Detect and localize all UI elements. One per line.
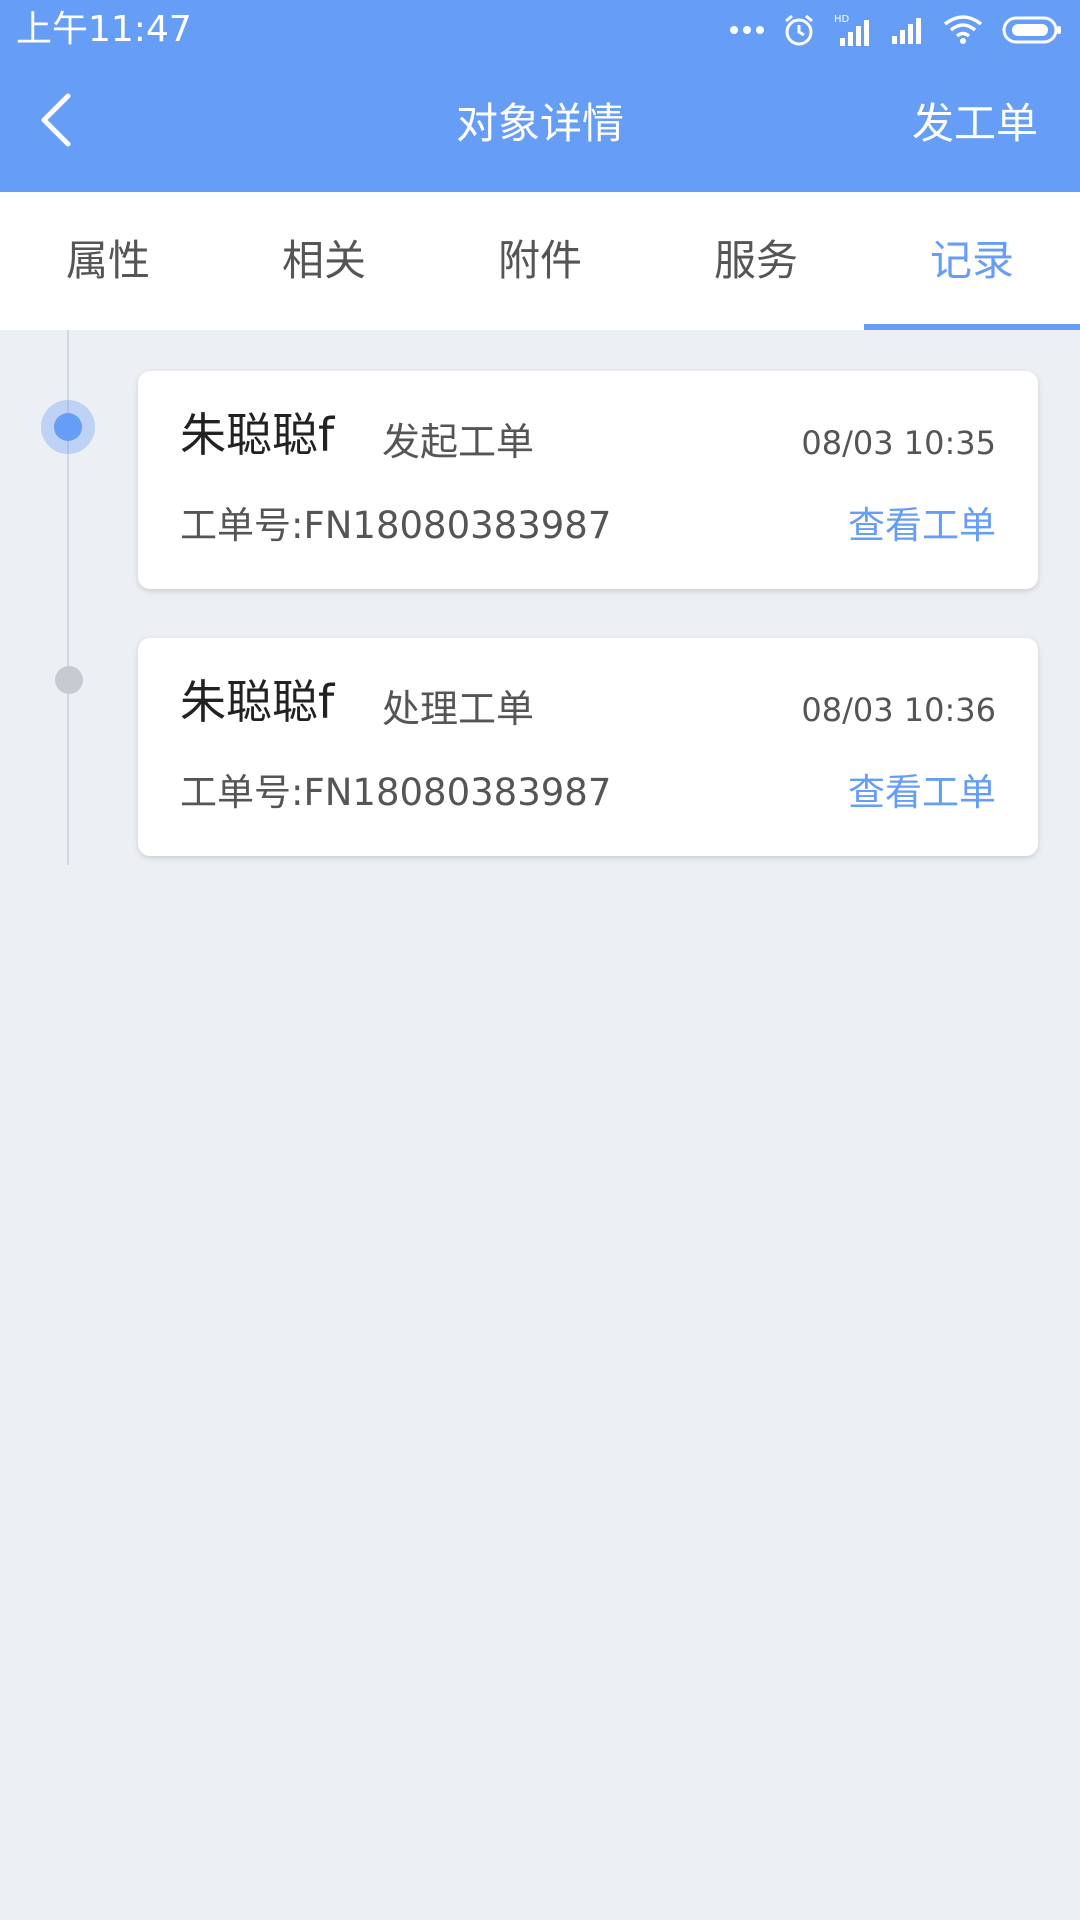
tab-services[interactable]: 服务 xyxy=(648,192,864,330)
view-work-order-link[interactable]: 查看工单 xyxy=(848,501,996,551)
tab-bar: 属性 相关 附件 服务 记录 xyxy=(0,192,1080,330)
create-work-order-button[interactable]: 发工单 xyxy=(912,96,1038,152)
more-dots-icon xyxy=(730,25,764,35)
record-order-number: 工单号:FN18080383987 xyxy=(180,768,611,818)
tab-related[interactable]: 相关 xyxy=(216,192,432,330)
record-action: 发起工单 xyxy=(382,420,535,464)
record-user-name: 朱聪聪f xyxy=(180,408,335,462)
tab-records[interactable]: 记录 xyxy=(864,192,1080,330)
order-value: FN18080383987 xyxy=(303,504,612,547)
alarm-icon xyxy=(782,13,816,47)
wifi-icon xyxy=(942,14,984,46)
hd-signal-icon: HD xyxy=(834,12,872,48)
view-work-order-link[interactable]: 查看工单 xyxy=(848,768,996,818)
record-time: 08/03 10:36 xyxy=(801,691,996,729)
order-value: FN18080383987 xyxy=(303,771,612,814)
signal-icon xyxy=(890,14,924,46)
battery-icon xyxy=(1002,15,1062,45)
status-icons: HD xyxy=(730,10,1062,50)
record-time: 08/03 10:35 xyxy=(801,424,996,462)
timeline-dot-current xyxy=(41,400,95,454)
record-card: 朱聪聪f 处理工单 08/03 10:36 工单号:FN18080383987 … xyxy=(138,638,1038,856)
tab-attachments[interactable]: 附件 xyxy=(432,192,648,330)
tab-attributes[interactable]: 属性 xyxy=(0,192,216,330)
order-label: 工单号: xyxy=(180,771,304,814)
status-time: 上午11:47 xyxy=(16,9,192,50)
chevron-left-icon xyxy=(38,92,74,152)
record-order-number: 工单号:FN18080383987 xyxy=(180,501,611,551)
order-label: 工单号: xyxy=(180,504,304,547)
record-user-name: 朱聪聪f xyxy=(180,675,335,729)
record-action: 处理工单 xyxy=(382,687,535,731)
record-card: 朱聪聪f 发起工单 08/03 10:35 工单号:FN18080383987 … xyxy=(138,371,1038,589)
app-header: 上午11:47 HD 对象详情 发工单 xyxy=(0,0,1080,192)
back-button[interactable] xyxy=(24,90,88,154)
svg-text:HD: HD xyxy=(834,14,850,25)
timeline-dot xyxy=(55,666,83,694)
